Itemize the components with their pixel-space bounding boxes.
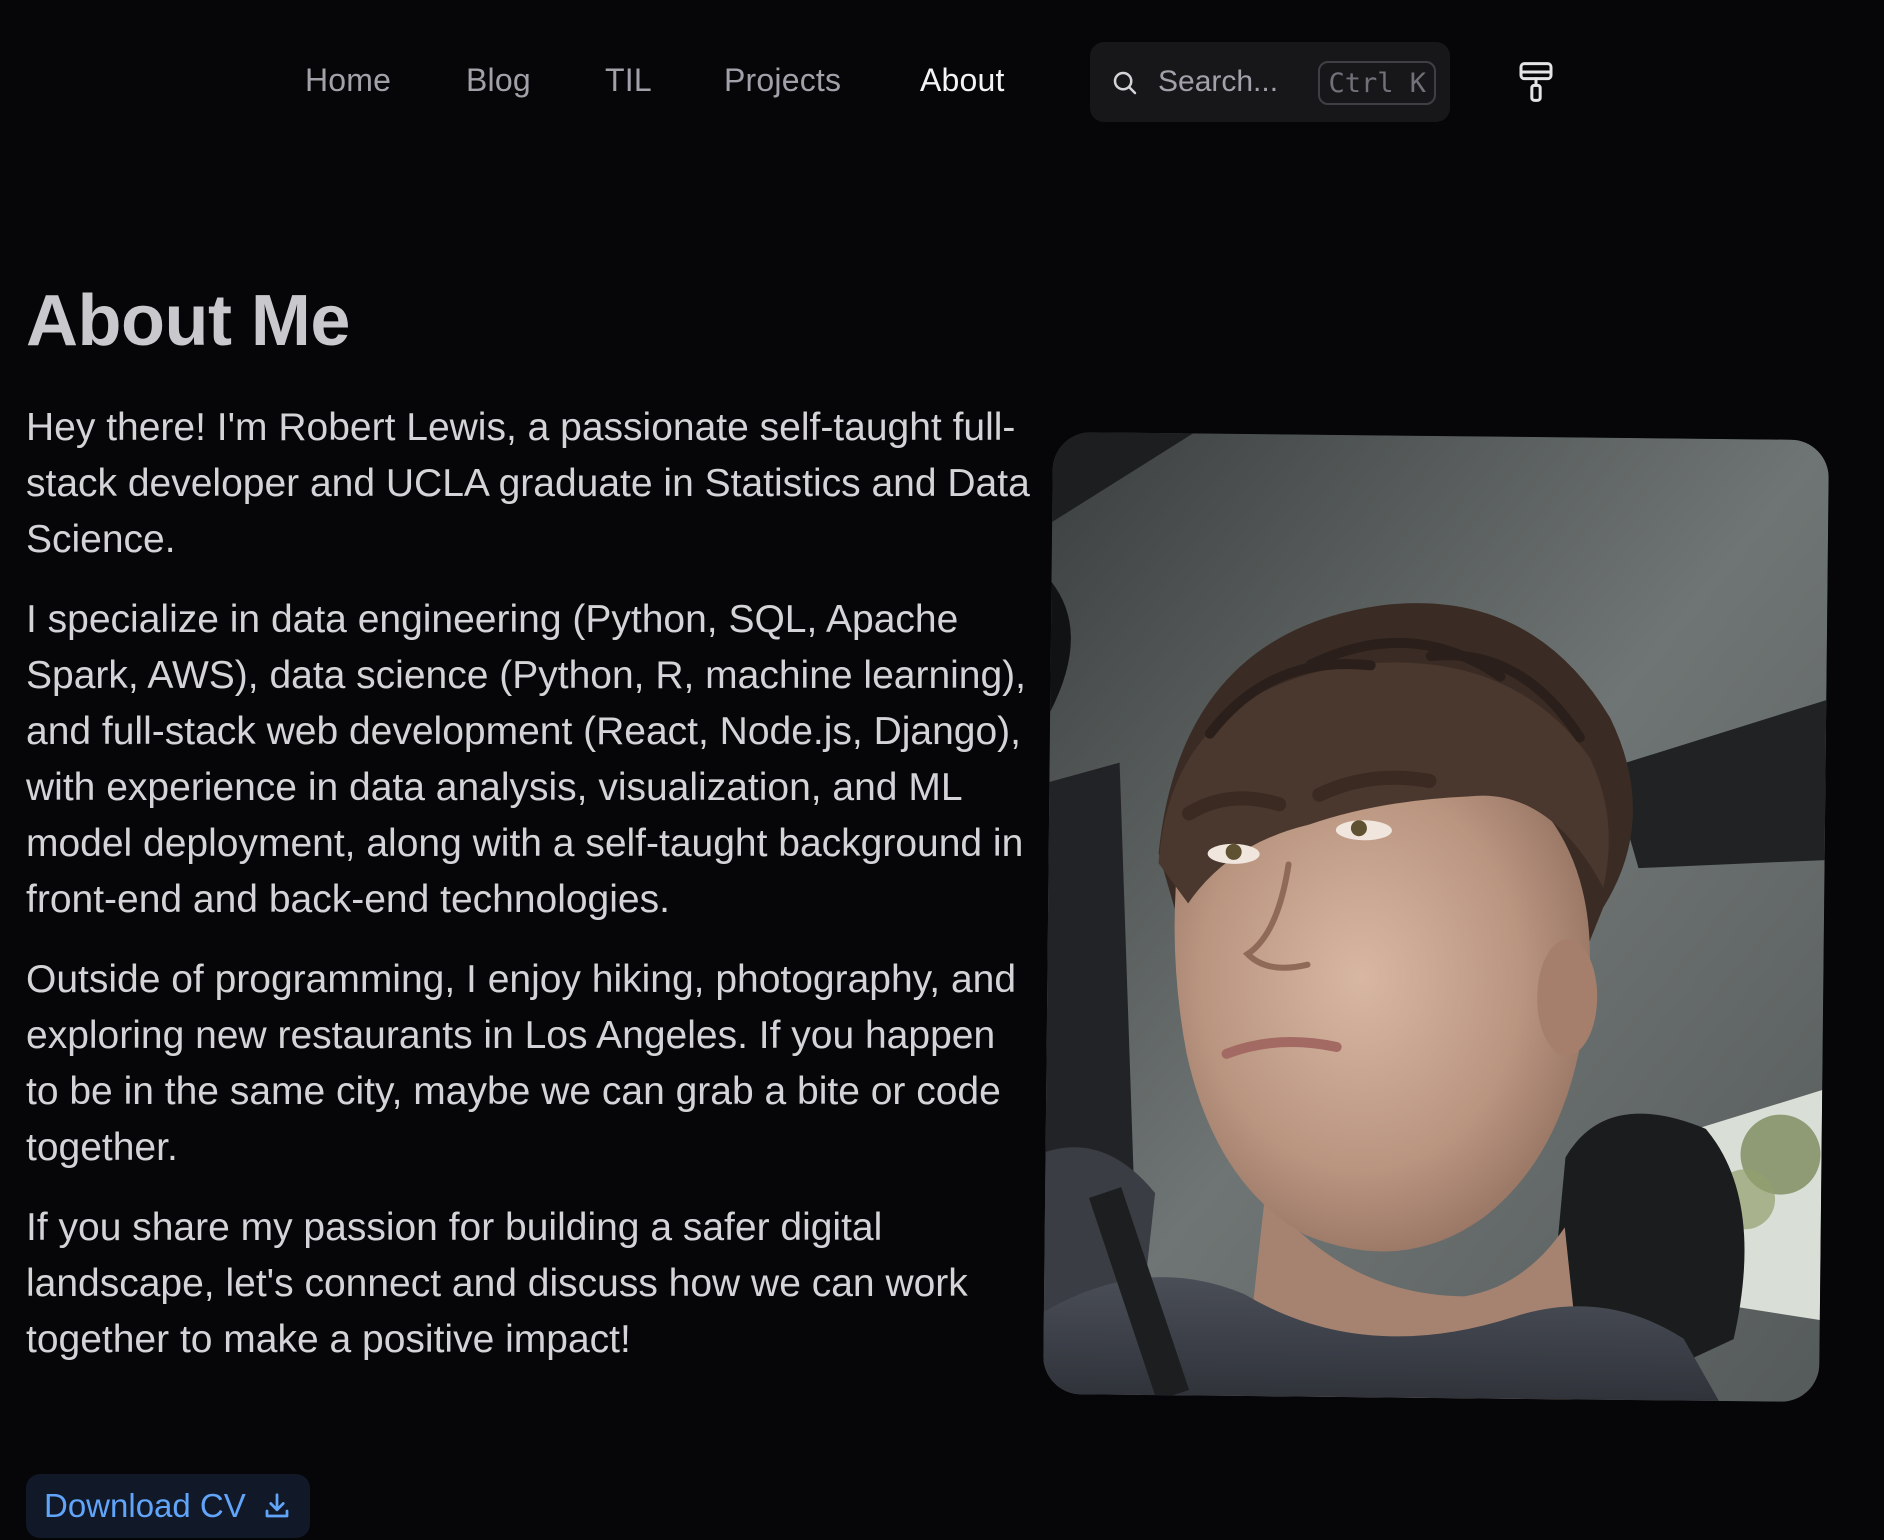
- bio-paragraph-skills: I specialize in data engineering (Python…: [26, 598, 1027, 921]
- nav-link-projects[interactable]: Projects: [724, 62, 841, 99]
- nav-link-til[interactable]: TIL: [605, 62, 652, 99]
- bio-text: Hey there! I'm Robert Lewis, a passionat…: [26, 400, 1036, 1392]
- about-page: Home Blog TIL Projects About Ctrl K Abou…: [0, 0, 1884, 1540]
- bio-paragraph-intro: Hey there! I'm Robert Lewis, a passionat…: [26, 406, 1030, 561]
- search-input[interactable]: [1158, 42, 1318, 122]
- bio-paragraph-hobbies: Outside of programming, I enjoy hiking, …: [26, 958, 1017, 1169]
- search-box[interactable]: Ctrl K: [1090, 42, 1450, 122]
- download-icon: [265, 1493, 289, 1518]
- page-title: About Me: [26, 281, 350, 361]
- paint-roller-icon: [1519, 62, 1553, 102]
- nav-link-home[interactable]: Home: [305, 62, 391, 99]
- download-cv-button[interactable]: Download CV: [26, 1474, 310, 1538]
- nav-link-about[interactable]: About: [920, 62, 1005, 99]
- theme-button[interactable]: [1516, 60, 1556, 104]
- nav-link-blog[interactable]: Blog: [466, 62, 531, 99]
- top-nav: Home Blog TIL Projects About Ctrl K: [0, 40, 1884, 122]
- search-shortcut-hint: Ctrl K: [1318, 61, 1436, 105]
- download-cv-label: Download CV: [44, 1487, 246, 1524]
- search-icon: [1113, 71, 1137, 95]
- profile-photo-illustration: [1042, 431, 1830, 1403]
- bio-paragraph-connect: If you share my passion for building a s…: [26, 1206, 968, 1361]
- profile-photo: [1042, 431, 1830, 1403]
